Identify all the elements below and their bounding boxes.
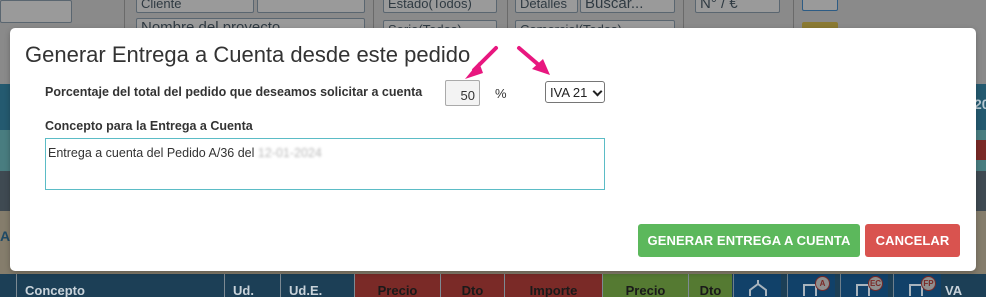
iva-select[interactable]: IVA 21 xyxy=(545,81,605,103)
cliente-select[interactable]: Cliente xyxy=(136,0,254,13)
percentage-input[interactable]: 50 xyxy=(445,80,480,106)
modal-title: Generar Entrega a Cuenta desde este pedi… xyxy=(25,42,471,67)
col-ud[interactable]: Ud. xyxy=(224,274,280,297)
col-precio-venta[interactable]: Precio xyxy=(354,274,440,297)
detalles-select[interactable]: Detalles xyxy=(515,0,578,13)
concept-date-redacted: 12-01-2024 xyxy=(257,146,322,160)
importe-field[interactable]: N° / € xyxy=(695,0,780,13)
concept-text: Entrega a cuenta del Pedido A/36 del xyxy=(48,146,255,160)
col-dto-coste[interactable]: Dto xyxy=(688,274,732,297)
generate-entrega-button[interactable]: GENERAR ENTREGA A CUENTA xyxy=(638,224,860,257)
concept-textarea[interactable]: Entrega a cuenta del Pedido A/36 del 12-… xyxy=(45,138,605,190)
edge-text: A xyxy=(0,228,11,244)
buscar-field[interactable]: Buscar... xyxy=(580,0,675,13)
cliente-search-field[interactable] xyxy=(257,0,365,13)
col-concepto[interactable]: Concepto xyxy=(16,274,224,297)
col-iva[interactable]: VA xyxy=(941,274,986,297)
upload-fp-icon-button[interactable]: FP xyxy=(893,274,941,297)
percentage-label: Porcentaje del total del pedido que dese… xyxy=(45,85,423,99)
upload-ec-icon-button[interactable]: EC xyxy=(840,274,888,297)
badge-a: A xyxy=(815,276,830,291)
chevron-down-icon xyxy=(592,86,603,97)
percent-sign: % xyxy=(495,86,507,101)
cancel-button[interactable]: CANCELAR xyxy=(865,224,960,257)
row-status-marker xyxy=(976,140,986,160)
col-importe[interactable]: Importe xyxy=(504,274,602,297)
filter-box[interactable] xyxy=(0,0,72,23)
toolbar-button[interactable] xyxy=(802,0,838,11)
badge-ec: EC xyxy=(868,276,883,291)
concept-label: Concepto para la Entrega a Cuenta xyxy=(45,119,253,133)
col-precio-coste[interactable]: Precio xyxy=(602,274,688,297)
col-ude[interactable]: Ud.E. xyxy=(280,274,354,297)
branch-icon-button[interactable] xyxy=(733,274,781,297)
branch-icon xyxy=(749,280,767,296)
iva-select-value: IVA 21 xyxy=(550,85,588,100)
badge-fp: FP xyxy=(921,276,936,291)
entrega-cuenta-modal: Generar Entrega a Cuenta desde este pedi… xyxy=(10,28,976,271)
upload-a-icon-button[interactable]: A xyxy=(787,274,835,297)
estado-select[interactable]: Estado(Todos) xyxy=(383,0,497,13)
col-dto-venta[interactable]: Dto xyxy=(440,274,504,297)
